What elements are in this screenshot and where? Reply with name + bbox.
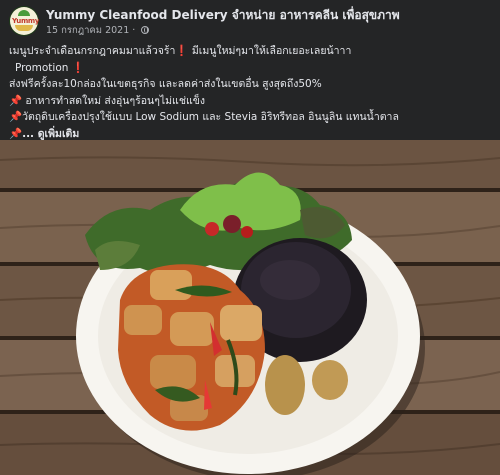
globe-icon: [141, 26, 150, 34]
pushpin-icon: 📌: [9, 111, 23, 123]
pushpin-icon: 📌: [9, 127, 23, 140]
line-1-text: เมนูประจำเดือนกรกฎาคมมาแล้วจร้า: [9, 45, 176, 57]
food-photo: [0, 140, 500, 475]
post-line-2: Promotion ❗: [9, 60, 495, 77]
exclamation-icon: ❗: [71, 61, 85, 74]
line-5-text: วัตถุดิบเครื่องปรุงใช้แบบ Low Sodium และ…: [22, 111, 399, 123]
logo-text: Yummy: [12, 17, 39, 25]
pushpin-icon: 📌: [9, 94, 23, 107]
line-1b-text: มีเมนูใหม่ๆมาให้เลือกเยอะเลยน้าาา: [191, 45, 352, 57]
leaf-icon: [18, 10, 30, 16]
post-body: เมนูประจำเดือนกรกฎาคมมาแล้วจร้า❗ มีเมนูใ…: [9, 43, 495, 142]
exclamation-icon: ❗: [175, 45, 189, 57]
post-meta: 15 กรกฎาคม 2021 ·: [46, 23, 150, 38]
see-more-link[interactable]: ... ดูเพิ่มเติม: [22, 128, 79, 140]
post-date[interactable]: 15 กรกฎาคม 2021: [46, 25, 129, 36]
post-photo[interactable]: [0, 140, 500, 475]
post-line-1: เมนูประจำเดือนกรกฎาคมมาแล้วจร้า❗ มีเมนูใ…: [9, 43, 495, 60]
page-avatar[interactable]: Yummy: [9, 6, 39, 36]
promotion-text: Promotion: [15, 61, 69, 74]
post-line-5: 📌วัตถุดิบเครื่องปรุงใช้แบบ Low Sodium แล…: [9, 109, 495, 126]
post-line-3: ส่งฟรีครั้งละ10กล่องในเขตธุรกิจ และลดค่า…: [9, 78, 322, 90]
line-4-text: อาหารทำสดใหม่ ส่งอุ่นๆร้อนๆไม่แช่แข็ง: [25, 94, 206, 107]
post-line-4: 📌 อาหารทำสดใหม่ ส่งอุ่นๆร้อนๆไม่แช่แข็ง: [9, 93, 495, 110]
post-header: Yummy Yummy Cleanfood Delivery จำหน่าย อ…: [0, 0, 500, 40]
